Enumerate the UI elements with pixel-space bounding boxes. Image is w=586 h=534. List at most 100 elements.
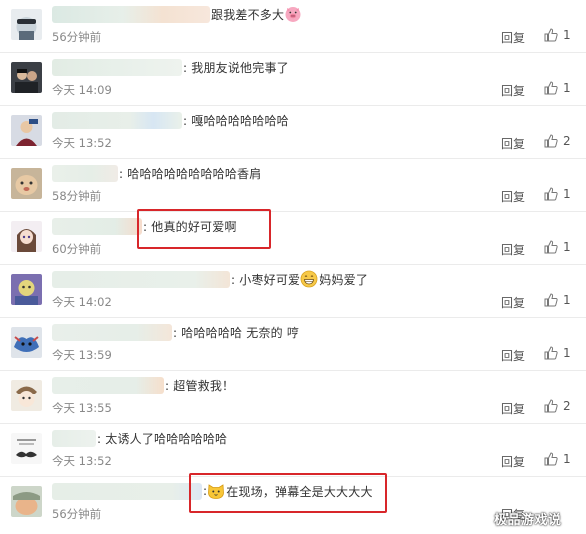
like-count: 1 — [563, 240, 571, 254]
reply-button[interactable]: 回复 — [501, 453, 525, 470]
username-blurred[interactable] — [52, 323, 172, 341]
pig-face-icon — [284, 5, 302, 23]
comment-text: : 哈哈哈哈哈 无奈的 哼 — [173, 325, 300, 340]
like-button[interactable]: 1 — [544, 81, 571, 95]
like-count: 1 — [563, 452, 571, 466]
reply-button[interactable]: 回复 — [501, 241, 525, 258]
avatar[interactable] — [11, 274, 42, 305]
thumbs-up-icon — [544, 28, 558, 42]
like-count: 1 — [563, 28, 571, 42]
thumbs-up-icon — [544, 240, 558, 254]
comment-line: : 太诱人了哈哈哈哈哈哈 — [52, 427, 227, 449]
like-count: 2 — [563, 134, 571, 148]
comment-row: : 嘎哈哈哈哈哈哈哈 今天 13:52 回复 2 — [0, 106, 586, 159]
comment-text: : 我朋友说他完事了 — [183, 60, 289, 75]
comment-line: : 他真的好可爱啊 — [52, 215, 237, 237]
username-blurred[interactable] — [52, 270, 230, 288]
comment-row: : 太诱人了哈哈哈哈哈哈 今天 13:52 回复 1 — [0, 424, 586, 477]
avatar[interactable] — [11, 168, 42, 199]
like-button[interactable]: 2 — [544, 399, 571, 413]
comment-text: 跟我差不多大 — [211, 7, 285, 22]
comment-line: : 小枣好可爱 妈妈爱了 — [52, 268, 368, 290]
comment-text: : 哈哈哈哈哈哈哈哈哈香肩 — [119, 166, 262, 181]
like-button[interactable]: 1 — [544, 28, 571, 42]
avatar[interactable] — [11, 433, 42, 464]
avatar[interactable] — [11, 327, 42, 358]
thumbs-up-icon — [544, 346, 558, 360]
cat-face-icon — [207, 482, 225, 500]
comment-time: 56分钟前 — [52, 507, 102, 521]
username-blurred[interactable] — [52, 482, 202, 500]
comment-time: 今天 13:55 — [52, 401, 112, 415]
avatar[interactable] — [11, 9, 42, 40]
like-button[interactable]: 1 — [544, 240, 571, 254]
comment-text-after: 在现场，弹幕全是大大大大 — [226, 484, 373, 499]
reply-button[interactable]: 回复 — [501, 294, 525, 311]
comment-time: 今天 14:09 — [52, 83, 112, 97]
comment-text: : 他真的好可爱啊 — [143, 219, 237, 234]
comment-row: : 他真的好可爱啊 60分钟前 回复 1 — [0, 212, 586, 265]
comment-time: 60分钟前 — [52, 242, 102, 256]
reply-button[interactable]: 回复 — [501, 347, 525, 364]
like-button[interactable]: 1 — [544, 293, 571, 307]
comment-row: : 小枣好可爱 妈妈爱了 今天 14:02 回复 1 — [0, 265, 586, 318]
avatar[interactable] — [11, 221, 42, 252]
username-blurred[interactable] — [52, 429, 96, 447]
like-count: 1 — [563, 187, 571, 201]
like-button[interactable]: 2 — [544, 134, 571, 148]
comment-row: : 哈哈哈哈哈 无奈的 哼 今天 13:59 回复 1 — [0, 318, 586, 371]
avatar[interactable] — [11, 486, 42, 517]
avatar[interactable] — [11, 62, 42, 93]
comment-time: 56分钟前 — [52, 30, 102, 44]
username-blurred[interactable] — [52, 5, 210, 23]
avatar[interactable] — [11, 115, 42, 146]
comment-row: 跟我差不多大 56分钟前 回复 1 — [0, 0, 586, 53]
username-blurred[interactable] — [52, 164, 118, 182]
comment-text: : 太诱人了哈哈哈哈哈哈 — [97, 431, 228, 446]
thumbs-up-icon — [544, 399, 558, 413]
like-button[interactable]: 1 — [544, 452, 571, 466]
comment-time: 今天 14:02 — [52, 295, 112, 309]
comment-line: : 我朋友说他完事了 — [52, 56, 289, 78]
username-blurred[interactable] — [52, 217, 142, 235]
like-count: 1 — [563, 81, 571, 95]
thumbs-up-icon — [544, 134, 558, 148]
thumbs-up-icon — [544, 452, 558, 466]
comment-line: : 哈哈哈哈哈哈哈哈哈香肩 — [52, 162, 261, 184]
comment-line: : 在现场，弹幕全是大大大大 — [52, 480, 373, 502]
comment-text-before: : 小枣好可爱 — [231, 272, 301, 287]
reply-button[interactable]: 回复 — [501, 188, 525, 205]
avatar[interactable] — [11, 380, 42, 411]
like-count: 2 — [563, 399, 571, 413]
username-blurred[interactable] — [52, 58, 182, 76]
comment-text: : 嘎哈哈哈哈哈哈哈 — [183, 113, 289, 128]
comment-line: 跟我差不多大 — [52, 3, 302, 25]
thumbs-up-icon — [544, 293, 558, 307]
comment-time: 今天 13:59 — [52, 348, 112, 362]
comment-line: : 超管救我！ — [52, 374, 234, 396]
comment-time: 今天 13:52 — [52, 136, 112, 150]
comment-row: : 哈哈哈哈哈哈哈哈哈香肩 58分钟前 回复 1 — [0, 159, 586, 212]
comment-text-after: 妈妈爱了 — [319, 272, 369, 287]
username-blurred[interactable] — [52, 376, 164, 394]
like-button[interactable]: 1 — [544, 346, 571, 360]
comment-row: : 我朋友说他完事了 今天 14:09 回复 1 — [0, 53, 586, 106]
comment-line: : 哈哈哈哈哈 无奈的 哼 — [52, 321, 299, 343]
like-count: 1 — [563, 293, 571, 307]
comment-row: : 超管救我！ 今天 13:55 回复 2 — [0, 371, 586, 424]
watermark: 极品游戏说 — [494, 513, 562, 528]
reply-button[interactable]: 回复 — [501, 135, 525, 152]
comment-text: : 超管救我！ — [165, 378, 235, 393]
reply-button[interactable]: 回复 — [501, 82, 525, 99]
comment-line: : 嘎哈哈哈哈哈哈哈 — [52, 109, 289, 131]
reply-button[interactable]: 回复 — [501, 400, 525, 417]
comment-list: 跟我差不多大 56分钟前 回复 1 : 我朋友说他完事了 今天 14:09 回复… — [0, 0, 586, 530]
thumbs-up-icon — [544, 187, 558, 201]
grinning-face-icon — [300, 270, 318, 288]
username-blurred[interactable] — [52, 111, 182, 129]
reply-button[interactable]: 回复 — [501, 29, 525, 46]
like-button[interactable]: 1 — [544, 187, 571, 201]
thumbs-up-icon — [544, 81, 558, 95]
like-count: 1 — [563, 346, 571, 360]
comment-time: 58分钟前 — [52, 189, 102, 203]
